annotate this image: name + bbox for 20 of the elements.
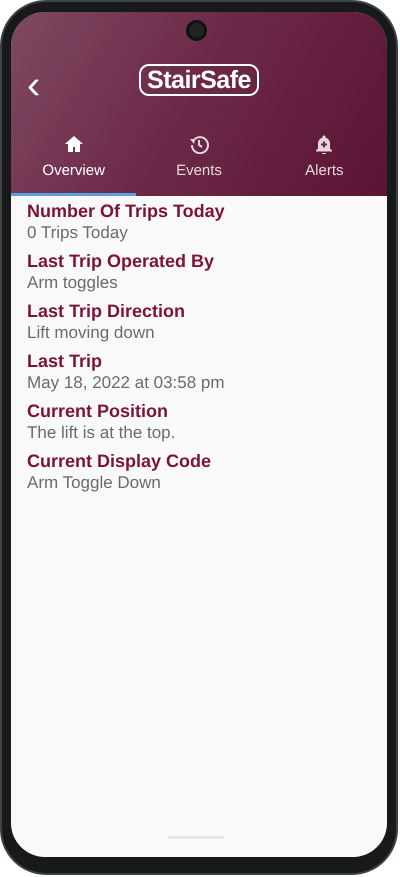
tab[interactable]: Events	[136, 130, 262, 196]
detail-value: May 18, 2022 at 03:58 pm	[27, 372, 226, 394]
bell-add-icon	[314, 134, 334, 154]
detail-label: Current Position	[27, 400, 170, 422]
detail-label: Number Of Trips Today	[27, 200, 226, 222]
detail-value: Lift moving down	[27, 322, 156, 344]
detail-label: Current Display Code	[27, 450, 212, 472]
back-button[interactable]: ‹	[23, 70, 44, 100]
detail-label: Last Trip	[27, 350, 104, 372]
tab[interactable]: Overview	[11, 130, 136, 196]
tab[interactable]: Alerts	[262, 130, 387, 196]
detail-label: Last Trip Direction	[27, 300, 186, 322]
detail-label: Last Trip Operated By	[27, 250, 216, 272]
history-icon	[188, 134, 209, 154]
detail-value: Arm toggles	[27, 272, 119, 294]
detail-value: The lift is at the top.	[27, 422, 176, 444]
detail-value: Arm Toggle Down	[27, 472, 162, 494]
app-logo: StairSafe	[139, 64, 259, 96]
detail-value: 0 Trips Today	[27, 222, 129, 244]
home-icon	[64, 134, 84, 154]
